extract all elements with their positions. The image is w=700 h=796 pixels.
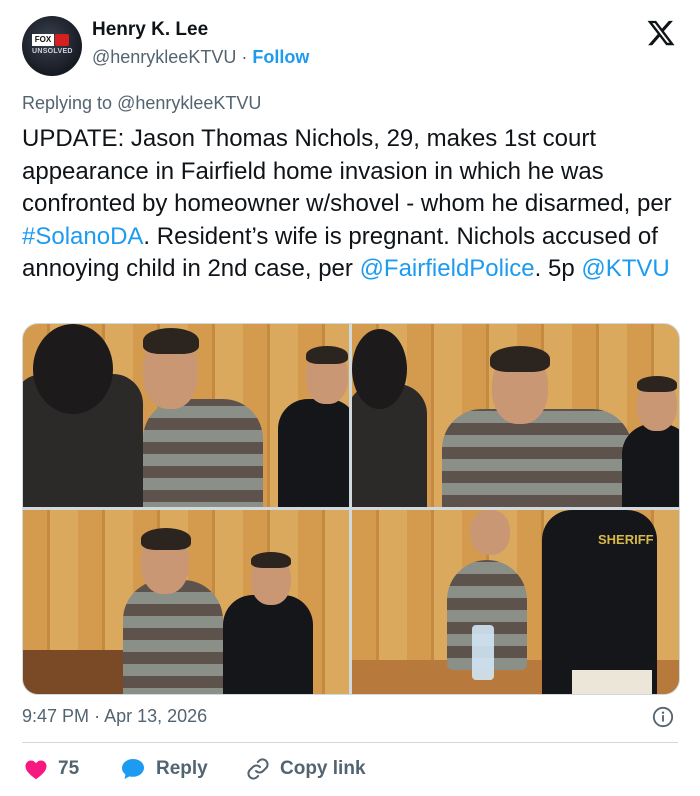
author-handle-row: @henrykleeKTVU · Follow [92,47,309,68]
tweet-time: 9:47 PM [22,706,90,726]
follow-button[interactable]: Follow [252,47,309,67]
hashtag-solanoda-link[interactable]: #SolanoDA [22,223,143,250]
attorney-hair [352,329,407,409]
timestamp-separator: · [94,706,101,726]
defendant-face [470,510,510,555]
heart-icon [25,760,47,780]
tweet-text: UPDATE: Jason Thomas Nichols, 29, makes … [22,123,682,286]
deputy-hair [306,346,348,364]
mention-fairfieldpolice-link[interactable]: @FairfieldPolice [360,255,535,282]
tweet-text-part: UPDATE: Jason Thomas Nichols, 29, makes … [22,125,679,218]
copy-link-label: Copy link [280,758,366,779]
link-icon [247,758,269,780]
photo-2[interactable] [352,324,679,507]
deputy-hair [637,376,677,392]
defendant-shirt [123,580,223,694]
author-handle[interactable]: @henrykleeKTVU [92,47,236,67]
tweet-text-part: . 5p [534,255,582,283]
like-button[interactable]: 75 [24,752,79,786]
reply-button[interactable]: Reply [120,752,208,786]
avatar-unsolved-text: UNSOLVED [32,48,73,55]
replying-to: Replying to @henrykleeKTVU [22,93,261,114]
defendant-hair [490,346,550,372]
actions-divider [22,742,678,743]
x-logo-icon[interactable] [646,18,676,48]
attorney-hair [33,324,113,414]
photo-3[interactable] [23,510,349,694]
replying-handle[interactable]: @henrykleeKTVU [117,93,261,113]
avatar-fox-logo: FOX [32,34,54,46]
avatar-badge [55,34,69,46]
deputy-uniform [278,399,349,507]
copy-link-button[interactable]: Copy link [246,752,366,786]
tweet-date: Apr 13, 2026 [104,706,208,726]
replying-prefix: Replying to [22,93,113,113]
avatar[interactable]: FOX UNSOLVED [22,16,82,76]
photo-1[interactable] [23,324,349,507]
info-icon[interactable] [652,706,674,728]
media-grid: SHERIFF [22,323,680,695]
deputy-uniform [223,595,313,694]
defendant-hair [143,328,199,354]
reply-label: Reply [156,758,208,779]
reply-bubble-icon [122,759,144,779]
handle-separator: · [241,47,248,67]
water-bottle [472,625,494,680]
author-name[interactable]: Henry K. Lee [92,19,208,41]
tweet-header: FOX UNSOLVED Henry K. Lee @henrykleeKTVU… [22,16,678,78]
defendant-shirt [143,399,263,507]
defendant-hair [141,528,191,550]
deputy-uniform [622,424,679,507]
tweet-actions: 75 Reply Copy link [22,752,678,786]
photo-4[interactable]: SHERIFF [352,510,679,694]
mention-ktvu-link[interactable]: @KTVU [581,255,669,282]
like-count: 75 [58,758,80,779]
defendant-shirt [442,409,632,507]
deputy-hair [251,552,291,568]
tissue-box [572,670,652,694]
tweet-timestamp[interactable]: 9:47 PM · Apr 13, 2026 [22,706,207,727]
sheriff-label: SHERIFF [598,532,654,547]
